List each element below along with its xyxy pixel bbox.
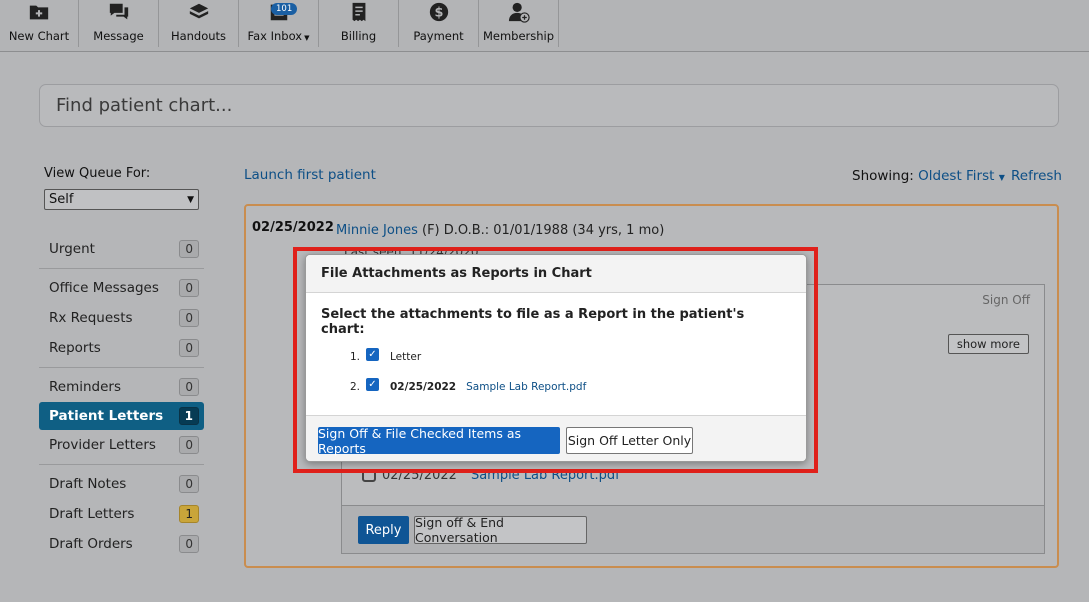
item-date: 02/25/2022 <box>390 381 457 393</box>
queue-select-value: Self <box>49 192 74 207</box>
patient-search-input[interactable]: Find patient chart... <box>39 84 1059 127</box>
payment-label: Payment <box>413 29 464 43</box>
queue-group-drafts: Draft Notes 0 Draft Letters 1 Draft Orde… <box>39 465 204 563</box>
book-icon <box>188 1 210 23</box>
fax-inbox-button[interactable]: 101 Fax Inbox ▼ <box>239 0 319 47</box>
queue-group-letters: Reminders 0 Patient Letters 1 Provider L… <box>39 368 204 465</box>
billing-button[interactable]: Billing <box>319 0 399 47</box>
view-queue-label: View Queue For: <box>44 166 151 181</box>
membership-label: Membership <box>482 29 555 43</box>
top-toolbar: New Chart Message Handouts 101 Fax Inbox… <box>0 0 1089 52</box>
user-plus-icon <box>508 1 530 23</box>
message-button[interactable]: Message <box>79 0 159 47</box>
new-chart-button[interactable]: New Chart <box>0 0 79 47</box>
sign-off-letter-only-button[interactable]: Sign Off Letter Only <box>566 427 693 454</box>
new-chart-label: New Chart <box>8 29 70 43</box>
folder-plus-icon <box>28 1 50 23</box>
fax-count-badge: 101 <box>271 3 298 15</box>
launch-first-patient-link[interactable]: Launch first patient <box>244 167 376 183</box>
patient-name-link[interactable]: Minnie Jones <box>336 223 418 238</box>
attachment-checkbox[interactable]: ✓ <box>366 377 379 391</box>
queue-item-provider-letters[interactable]: Provider Letters 0 <box>39 430 204 460</box>
modal-footer: Sign Off & File Checked Items as Reports… <box>306 415 806 461</box>
queue-item-label: Reminders <box>49 379 121 395</box>
queue-item-label: Urgent <box>49 241 95 257</box>
queue-group-messages: Office Messages 0 Rx Requests 0 Reports … <box>39 269 204 368</box>
queue-item-draft-letters[interactable]: Draft Letters 1 <box>39 499 204 529</box>
sort-control: Showing: Oldest First ▼ <box>852 168 1005 184</box>
attachment-checkbox[interactable]: ✓ <box>366 347 379 361</box>
queue-count-badge: 0 <box>179 378 199 396</box>
item-label: Letter <box>390 351 422 363</box>
receipt-icon <box>348 1 370 23</box>
queue-count-badge: 0 <box>179 309 199 327</box>
item-number: 1. <box>350 351 361 363</box>
item-number: 2. <box>350 381 361 393</box>
queue-item-label: Provider Letters <box>49 437 156 453</box>
queue-count-badge: 0 <box>179 475 199 493</box>
queue-item-office-messages[interactable]: Office Messages 0 <box>39 273 204 303</box>
queue-group-urgent: Urgent 0 <box>39 230 204 269</box>
modal-prompt: Select the attachments to file as a Repo… <box>321 307 745 337</box>
attachment-item: 2. ✓ 02/25/2022 Sample Lab Report.pdf <box>321 377 791 395</box>
chat-bubbles-icon <box>108 1 130 23</box>
queue-item-label: Reports <box>49 340 101 356</box>
letter-actions: Reply Sign off & End Conversation <box>341 506 1045 554</box>
patient-info: (F) D.O.B.: 01/01/1988 (34 yrs, 1 mo) <box>417 223 665 238</box>
queue-select[interactable]: Self ▼ <box>44 189 199 210</box>
file-attachments-modal: File Attachments as Reports in Chart Sel… <box>305 254 807 462</box>
showing-label: Showing: <box>852 168 914 184</box>
message-label: Message <box>93 29 144 43</box>
queue-count-badge: 1 <box>178 407 199 425</box>
chevron-down-icon: ▼ <box>187 194 194 205</box>
queue-count-badge: 0 <box>179 535 199 553</box>
queue-item-rx-requests[interactable]: Rx Requests 0 <box>39 303 204 333</box>
letter-date: 02/25/2022 <box>252 220 334 235</box>
queue-count-badge: 0 <box>179 436 199 454</box>
sort-dropdown[interactable]: Oldest First ▼ <box>918 168 1005 184</box>
patient-header: Minnie Jones (F) D.O.B.: 01/01/1988 (34 … <box>336 223 664 238</box>
sign-off-link[interactable]: Sign Off <box>982 293 1030 307</box>
sign-off-end-conversation-button[interactable]: Sign off & End Conversation <box>414 515 587 545</box>
handouts-button[interactable]: Handouts <box>159 0 239 47</box>
queue-count-badge: 0 <box>179 279 199 297</box>
handouts-label: Handouts <box>170 29 227 43</box>
queue-item-draft-notes[interactable]: Draft Notes 0 <box>39 469 204 499</box>
modal-body: Select the attachments to file as a Repo… <box>306 293 806 395</box>
queue-item-reports[interactable]: Reports 0 <box>39 333 204 363</box>
sign-off-file-reports-button[interactable]: Sign Off & File Checked Items as Reports <box>318 426 560 456</box>
attachment-item: 1. ✓ Letter <box>321 347 791 365</box>
membership-button[interactable]: Membership <box>479 0 559 47</box>
modal-title: File Attachments as Reports in Chart <box>306 255 806 293</box>
caret-down-icon: ▼ <box>304 34 310 42</box>
queue-item-label: Draft Letters <box>49 506 135 522</box>
refresh-link[interactable]: Refresh <box>1011 168 1062 184</box>
caret-down-icon: ▼ <box>998 173 1005 182</box>
show-more-button[interactable]: show more <box>947 334 1029 354</box>
queue-count-badge: 1 <box>179 505 199 523</box>
dollar-icon: $ <box>428 1 450 23</box>
queue-item-label: Rx Requests <box>49 310 133 326</box>
payment-button[interactable]: $ Payment <box>399 0 479 47</box>
fax-inbox-label: Fax Inbox ▼ <box>247 29 310 43</box>
item-link[interactable]: Sample Lab Report.pdf <box>466 381 586 393</box>
svg-text:$: $ <box>434 6 443 21</box>
queue-item-label: Draft Notes <box>49 476 127 492</box>
queue-item-draft-orders[interactable]: Draft Orders 0 <box>39 529 204 559</box>
queue-item-label: Office Messages <box>49 280 159 296</box>
reply-button[interactable]: Reply <box>358 516 409 544</box>
queue-item-label: Patient Letters <box>49 408 164 424</box>
queue-item-urgent[interactable]: Urgent 0 <box>39 234 204 264</box>
queue-count-badge: 0 <box>179 240 199 258</box>
queue-count-badge: 0 <box>179 339 199 357</box>
queue-item-patient-letters[interactable]: Patient Letters 1 <box>39 402 204 430</box>
billing-label: Billing <box>340 29 377 43</box>
queue-list: Urgent 0 Office Messages 0 Rx Requests 0… <box>39 230 204 563</box>
queue-item-reminders[interactable]: Reminders 0 <box>39 372 204 402</box>
queue-item-label: Draft Orders <box>49 536 133 552</box>
